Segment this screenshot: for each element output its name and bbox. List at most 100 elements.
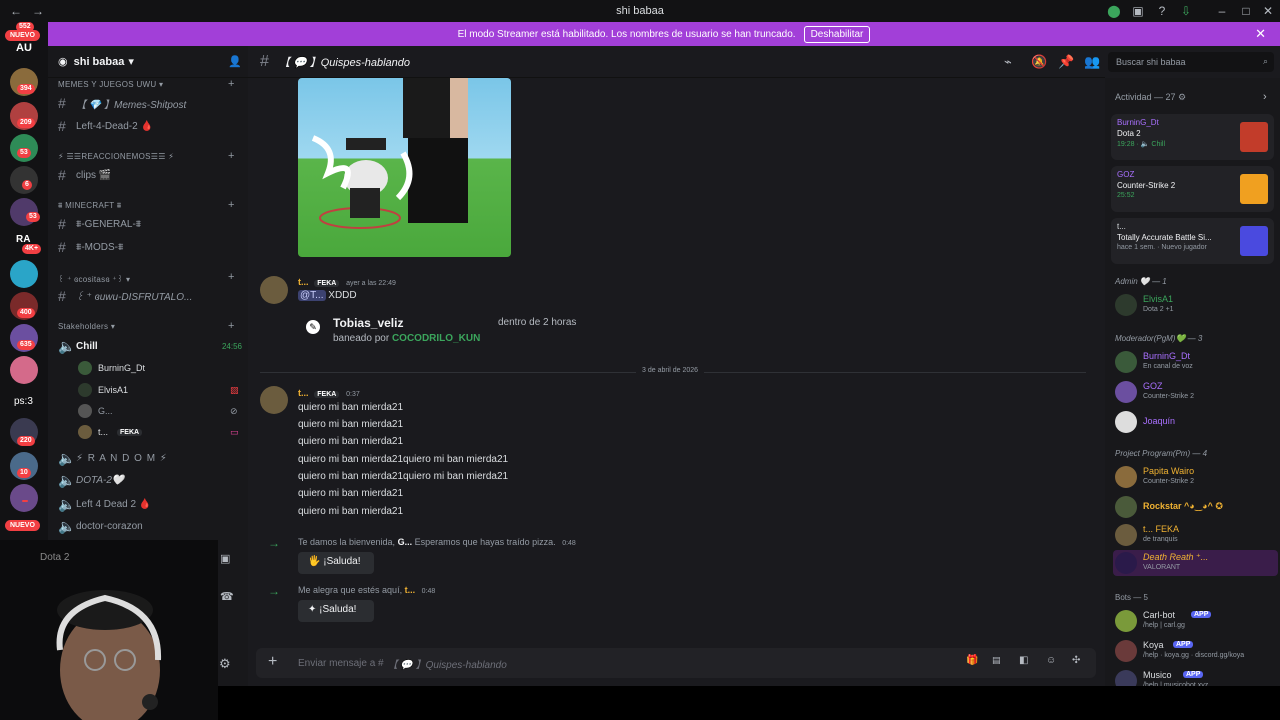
server-icon[interactable] xyxy=(10,484,38,512)
server-header[interactable]: ◉ shi babaa ▾ 👤 xyxy=(48,46,248,78)
avatar xyxy=(1115,294,1137,316)
avatar xyxy=(1115,640,1137,662)
member-item[interactable]: Carl-bot APP /help | carl.gg xyxy=(1113,608,1278,634)
voice-user[interactable]: t... FEKA ▭ xyxy=(78,422,239,442)
screen-share-icon[interactable]: ▣ xyxy=(220,552,230,565)
speaker-icon: 🔈 xyxy=(58,449,76,466)
voice-user[interactable]: ElvisA1 ▨ xyxy=(78,380,239,400)
member-list: Actividad — 27 ⚙ › BurninG_Dt Dota 2 19:… xyxy=(1105,78,1280,696)
member-item[interactable]: t... FEKA de tranquis xyxy=(1113,522,1278,548)
chevron-right-icon[interactable]: › xyxy=(1263,91,1267,103)
category-header[interactable]: Stakeholders ▾ + xyxy=(58,320,234,332)
category-header[interactable]: MEMES Y JUEGOS UWU ▾ + xyxy=(58,78,234,90)
close-window-icon[interactable]: ✕ xyxy=(1260,3,1276,19)
sticker-icon: ✦ xyxy=(308,604,317,615)
close-icon[interactable]: ✕ xyxy=(1255,26,1266,42)
speaker-icon: 🔈 xyxy=(58,337,76,354)
message-header: t... FEKA ayer a las 22:49 xyxy=(298,277,396,288)
maximize-icon[interactable]: □ xyxy=(1238,3,1254,19)
activity-card[interactable]: GOZ Counter-Strike 2 25:52 xyxy=(1111,166,1274,212)
activity-header[interactable]: Actividad — 27 ⚙ xyxy=(1115,92,1186,103)
message-composer[interactable]: + Enviar mensaje a # 【 💬 】Quispes-hablan… xyxy=(256,648,1096,678)
activity-icon: ▭ xyxy=(230,426,239,437)
member-item[interactable]: BurninG_Dt En canal de voz xyxy=(1113,349,1278,375)
voice-channel[interactable]: 🔈 DOTA-2🤍 xyxy=(58,470,242,490)
notifications-off-icon[interactable]: 🔕 xyxy=(1031,54,1047,70)
voice-channel[interactable]: 🔈 doctor-corazon xyxy=(58,516,242,536)
activity-card[interactable]: t... Totally Accurate Battle Si... hace … xyxy=(1111,218,1274,264)
channel-item[interactable]: # ⩩-MODS-⩩ xyxy=(58,237,242,257)
emoji-icon[interactable]: ☺ xyxy=(1046,655,1056,666)
ban-notice: ✎ Tobias_veliz dentro de 2 horas baneado… xyxy=(298,310,598,350)
new-pill[interactable]: NUEVO xyxy=(5,520,40,531)
inbox-icon[interactable]: ▣ xyxy=(1130,3,1146,19)
server-label-ps[interactable]: ps:3 xyxy=(14,396,33,407)
nitro-icon[interactable]: ⬤ xyxy=(1106,3,1122,19)
disconnect-icon[interactable]: ☎ xyxy=(220,590,234,603)
add-channel-icon: + xyxy=(228,78,235,90)
bottom-strip xyxy=(218,686,1280,720)
username: G... xyxy=(397,537,413,547)
category-header[interactable]: ⩩ MINECRAFT ⩩ + xyxy=(58,199,234,211)
member-item[interactable]: Rockstar ^◕‿◕^ ✪ xyxy=(1113,494,1278,520)
member-item[interactable]: Death Reath ⁺... VALORANT xyxy=(1113,550,1278,576)
new-pill[interactable]: NUEVO xyxy=(5,30,40,41)
server-icon[interactable] xyxy=(10,260,38,288)
member-item[interactable]: Joaquín xyxy=(1113,409,1278,435)
avatar[interactable] xyxy=(260,386,288,414)
category-header[interactable]: ꒰ ⁺ ɞcositasɞ ⁺꒱ ▾ + xyxy=(58,271,234,284)
member-list-icon[interactable]: 👥 xyxy=(1084,54,1100,70)
minimize-icon[interactable]: – xyxy=(1214,3,1230,19)
gift-icon[interactable]: 🎁 xyxy=(966,655,978,666)
member-group-header: Bots — 5 xyxy=(1115,593,1148,602)
search-input[interactable]: Buscar shi babaa ⌕ xyxy=(1108,52,1274,72)
voice-channel-active[interactable]: 🔈 Chill 24:56 xyxy=(58,336,242,356)
help-icon[interactable]: ? xyxy=(1154,3,1170,19)
disable-streamer-button[interactable]: Deshabilitar xyxy=(803,25,871,43)
member-item[interactable]: ElvisA1 Dota 2 +1 xyxy=(1113,292,1278,318)
member-item[interactable]: Koya APP /help · koya.gg · discord.gg/koy… xyxy=(1113,638,1278,664)
channel-item[interactable]: # clips 🎬 xyxy=(58,165,242,185)
username[interactable]: t... xyxy=(298,388,309,398)
channel-item[interactable]: # Left-4-Dead-2 🩸 xyxy=(58,116,242,136)
voice-user[interactable]: G... ⊘ xyxy=(78,401,238,421)
image-attachment[interactable] xyxy=(298,78,511,257)
channel-item[interactable]: # ⩩-GENERAL-⩩ xyxy=(58,214,242,234)
voice-channel[interactable]: 🔈 ⚡ R A N D O M ⚡ xyxy=(58,448,242,468)
voice-channel[interactable]: 🔈 Left 4 Dead 2 🩸 xyxy=(58,494,242,514)
channel-item[interactable]: # 【 💎 】Memes-Shitpost xyxy=(58,93,242,113)
voice-user[interactable]: BurninG_Dt xyxy=(78,358,145,378)
streamer-mode-banner: El modo Streamer está habilitado. Los no… xyxy=(48,22,1280,46)
add-attachment-icon[interactable]: + xyxy=(268,653,277,671)
server-icon[interactable] xyxy=(10,356,38,384)
apps-icon[interactable]: ✣ xyxy=(1072,655,1080,666)
threads-icon[interactable]: ⌁ xyxy=(1004,54,1012,70)
avatar[interactable] xyxy=(260,276,288,304)
wave-button[interactable]: 🖐 ¡Saluda! xyxy=(298,552,374,574)
add-member-icon[interactable]: 👤 xyxy=(228,55,242,68)
hash-icon: # xyxy=(58,118,66,134)
wave-button[interactable]: ✦ ¡Saluda! xyxy=(298,600,374,622)
hash-icon: # xyxy=(58,288,66,304)
activity-card[interactable]: BurninG_Dt Dota 2 19:28 · 🔈 Chill xyxy=(1111,114,1274,160)
add-channel-icon: + xyxy=(228,199,235,211)
member-item[interactable]: GOZ Counter-Strike 2 xyxy=(1113,379,1278,405)
username[interactable]: t... xyxy=(298,277,309,287)
member-item[interactable]: Papita Wairo Counter-Strike 2 xyxy=(1113,464,1278,490)
sticker-icon[interactable]: ◧ xyxy=(1019,655,1028,666)
username: t... xyxy=(404,585,416,595)
channel-item[interactable]: # ꒰ ⁺ ɞuwu-DISFRUTALO... xyxy=(58,286,242,306)
hash-icon: # xyxy=(58,167,66,183)
chevron-down-icon: ▾ xyxy=(128,56,134,68)
server-badge: 6 xyxy=(22,180,32,190)
download-icon[interactable]: ⇩ xyxy=(1178,3,1194,19)
hash-icon: # xyxy=(58,216,66,232)
mention[interactable]: @T... xyxy=(298,290,326,301)
avatar xyxy=(1115,496,1137,518)
pin-icon[interactable]: 📌 xyxy=(1058,54,1074,70)
settings-gear-icon[interactable]: ⚙ xyxy=(219,656,231,672)
gif-icon[interactable]: ▤ xyxy=(992,655,1001,666)
server-label-au[interactable]: AU xyxy=(16,42,32,54)
server-badge xyxy=(22,500,28,502)
category-header[interactable]: ⚡ ☰☰REACCIONEMOS☰☰ ⚡ + xyxy=(58,150,234,162)
